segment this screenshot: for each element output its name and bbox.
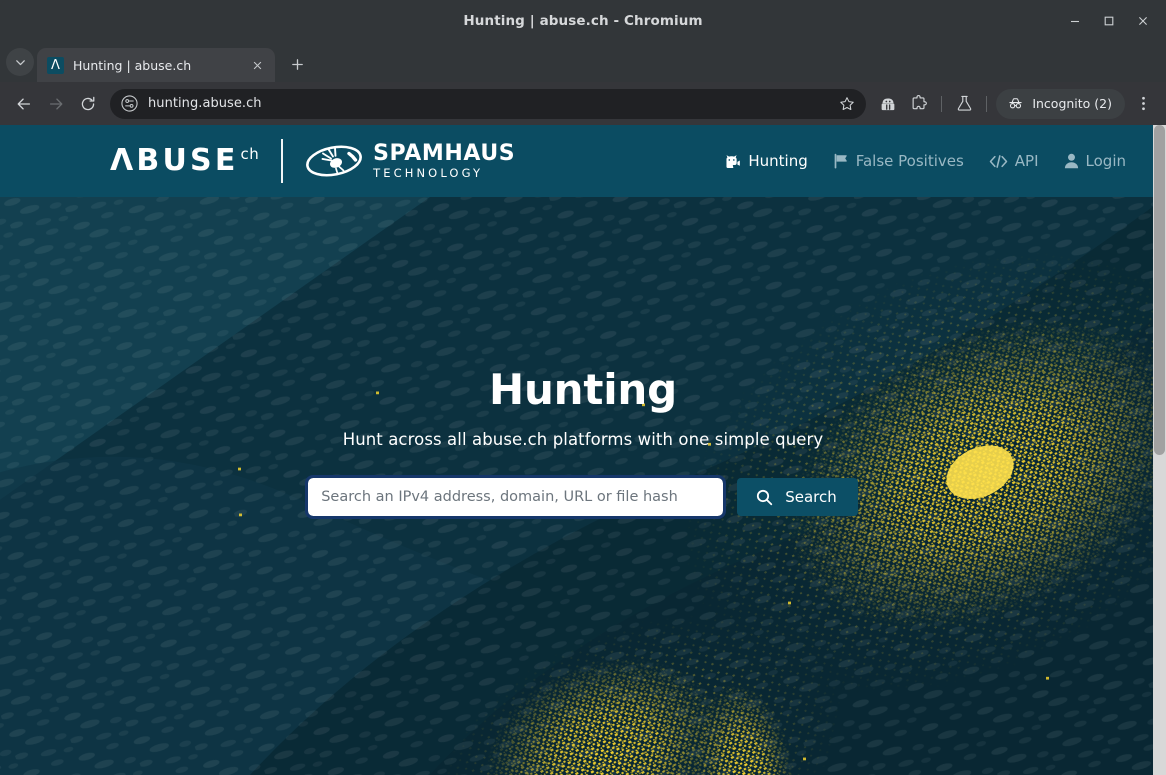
toolbar-divider-1 [941, 95, 943, 112]
reload-button[interactable] [72, 88, 103, 119]
tab-close-icon[interactable] [247, 55, 267, 75]
toolbar-divider-2 [986, 95, 988, 112]
experiments-flask-icon[interactable] [949, 89, 979, 119]
forward-button[interactable] [40, 88, 71, 119]
search-input-wrapper[interactable] [305, 475, 727, 519]
site-settings-icon[interactable] [118, 93, 140, 115]
window-title: Hunting | abuse.ch - Chromium [463, 13, 703, 29]
tab-strip: Λ Hunting | abuse.ch [0, 42, 1166, 82]
address-bar[interactable]: hunting.abuse.ch [110, 88, 867, 119]
close-button[interactable] [1126, 4, 1160, 38]
spamhaus-wordmark: SPAMHAUS TECHNOLOGY [373, 140, 516, 180]
hero-section: Hunting Hunt across all abuse.ch platfor… [0, 197, 1166, 775]
maximize-button[interactable] [1092, 4, 1126, 38]
browser-menu-icon[interactable] [1128, 89, 1158, 119]
tab-title: Hunting | abuse.ch [73, 57, 192, 73]
spamhaus-logo: SPAMHAUS TECHNOLOGY [305, 142, 515, 180]
brand-divider [281, 139, 284, 183]
incognito-chip-label: Incognito (2) [1032, 96, 1112, 111]
code-icon [989, 154, 1008, 169]
page-title: Hunting [489, 365, 677, 414]
brand-logo[interactable]: ΛBUSE ch SPAMHAUS TECHNOLOGY [110, 139, 515, 183]
nav-label-login: Login [1085, 152, 1126, 170]
page-subtitle: Hunt across all abuse.ch platforms with … [342, 430, 824, 449]
search-input[interactable] [321, 489, 711, 505]
user-icon [1064, 153, 1079, 169]
nav-item-login[interactable]: Login [1064, 152, 1126, 170]
nav-label-false-positives: False Positives [855, 152, 964, 170]
nav-label-api: API [1014, 152, 1039, 170]
nav-item-false-positives[interactable]: False Positives [833, 152, 964, 170]
nav-label-hunting: Hunting [748, 152, 808, 170]
abusech-word: ΛBUSE [110, 143, 239, 178]
browser-tab[interactable]: Λ Hunting | abuse.ch [37, 48, 275, 82]
nav-item-api[interactable]: API [989, 152, 1039, 170]
window-controls [1058, 0, 1160, 42]
abusech-wordmark: ΛBUSE ch [110, 143, 260, 178]
back-button[interactable] [8, 88, 39, 119]
tab-favicon-icon: Λ [47, 56, 64, 74]
incognito-hat-icon[interactable] [873, 89, 903, 119]
bookmark-star-icon[interactable] [834, 91, 860, 117]
site-header: ΛBUSE ch SPAMHAUS TECHNOLOGY Hunting Fal… [0, 125, 1166, 197]
site-navigation: Hunting False Positives API Login [724, 152, 1126, 170]
nav-item-hunting[interactable]: Hunting [724, 152, 808, 170]
search-form: Search [305, 475, 858, 519]
extensions-puzzle-icon[interactable] [904, 89, 934, 119]
spamhaus-line2: TECHNOLOGY [373, 165, 484, 180]
url-text[interactable]: hunting.abuse.ch [148, 96, 826, 111]
favicon-glyph: Λ [51, 57, 60, 73]
minimize-button[interactable] [1058, 4, 1092, 38]
spamhaus-bee-swoosh-icon [305, 142, 363, 180]
page-scrollbar[interactable] [1153, 125, 1166, 775]
browser-window: Hunting | abuse.ch - Chromium Λ Hunting … [0, 0, 1166, 775]
cat-icon [724, 153, 741, 169]
page-viewport: ΛBUSE ch SPAMHAUS TECHNOLOGY Hunting Fal… [0, 125, 1166, 775]
search-button[interactable]: Search [737, 478, 858, 516]
scrollbar-thumb[interactable] [1154, 125, 1165, 455]
tab-search-chevron-icon[interactable] [6, 48, 34, 76]
title-bar: Hunting | abuse.ch - Chromium [0, 0, 1166, 42]
hero-content: Hunting Hunt across all abuse.ch platfor… [0, 197, 1166, 519]
spamhaus-line1: SPAMHAUS [373, 140, 516, 166]
browser-toolbar: hunting.abuse.ch Incognito (2) [0, 82, 1166, 125]
incognito-profile-chip[interactable]: Incognito (2) [996, 88, 1125, 119]
new-tab-button[interactable] [283, 50, 311, 78]
abusech-suffix: ch [240, 145, 260, 163]
search-button-label: Search [785, 488, 837, 506]
flag-icon [833, 153, 849, 169]
incognito-chip-icon [1007, 95, 1024, 112]
search-icon [756, 489, 773, 506]
